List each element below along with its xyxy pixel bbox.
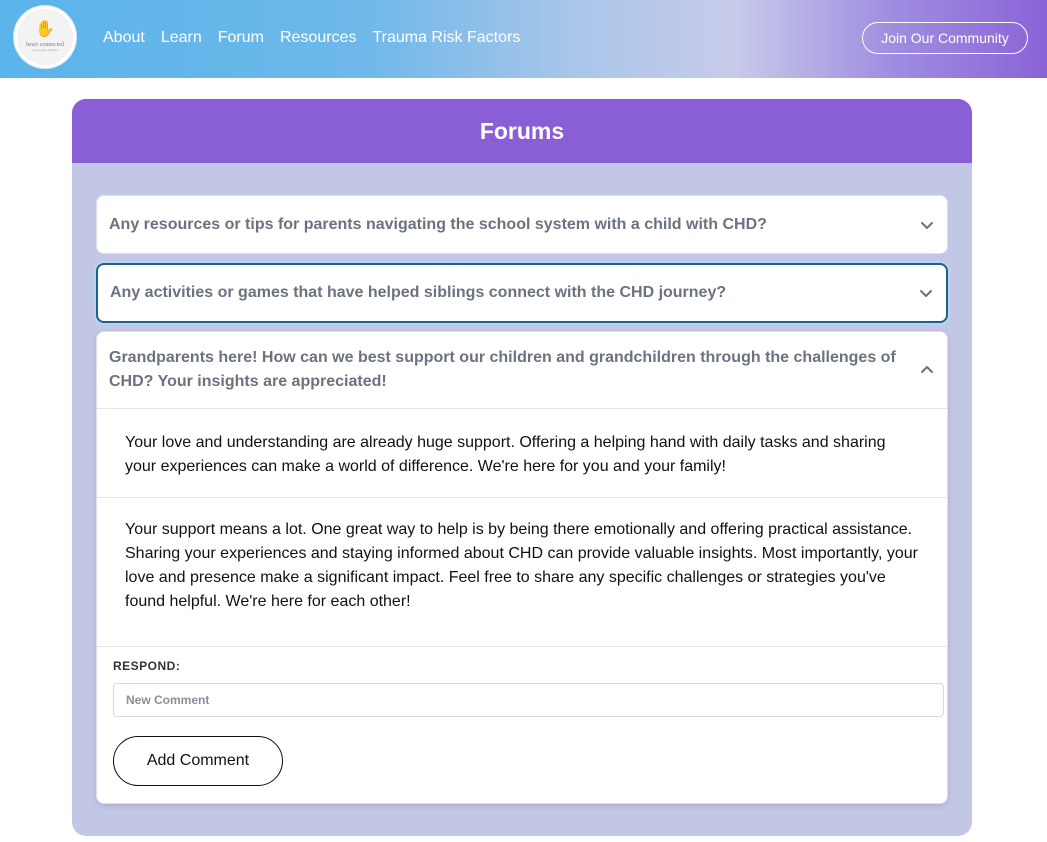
join-community-button[interactable]: Join Our Community <box>862 22 1028 54</box>
site-logo[interactable]: ✋ heart connected every heart matters <box>14 6 76 68</box>
chevron-up-icon <box>921 366 933 373</box>
question-text: Any resources or tips for parents naviga… <box>109 215 767 233</box>
comment: Your love and understanding are already … <box>97 408 947 497</box>
nav-link-about[interactable]: About <box>103 29 145 47</box>
forum-question-item[interactable]: Any resources or tips for parents naviga… <box>96 195 948 254</box>
hand-heart-icon: ✋ <box>35 21 55 38</box>
new-comment-input[interactable] <box>113 683 944 717</box>
add-comment-button[interactable]: Add Comment <box>113 736 283 786</box>
chevron-down-icon <box>920 290 932 297</box>
forums-panel: Forums Any resources or tips for parents… <box>72 99 972 836</box>
respond-label: RESPOND: <box>113 659 181 673</box>
question-toggle[interactable]: Any resources or tips for parents naviga… <box>97 196 947 253</box>
question-toggle[interactable]: Any activities or games that have helped… <box>98 265 946 321</box>
comment: Your support means a lot. One great way … <box>97 497 947 646</box>
nav-link-learn[interactable]: Learn <box>161 29 202 47</box>
top-navbar: ✋ heart connected every heart matters Ab… <box>0 0 1047 78</box>
forums-title: Forums <box>479 117 565 144</box>
question-text: Grandparents here! How can we best suppo… <box>109 349 896 390</box>
nav-link-trauma-risk-factors[interactable]: Trauma Risk Factors <box>372 29 520 47</box>
chevron-down-icon <box>921 221 933 229</box>
question-text: Any activities or games that have helped… <box>110 284 727 301</box>
nav-link-forum[interactable]: Forum <box>218 29 264 47</box>
forum-question-item[interactable]: Any activities or games that have helped… <box>96 263 948 323</box>
forum-question-item-expanded: Grandparents here! How can we best suppo… <box>96 331 948 804</box>
main-nav: About Learn Forum Resources Trauma Risk … <box>103 29 520 47</box>
logo-subtext: every heart matters <box>32 48 58 52</box>
nav-link-resources[interactable]: Resources <box>280 29 356 47</box>
respond-section: RESPOND: Add Comment <box>97 646 947 786</box>
question-toggle[interactable]: Grandparents here! How can we best suppo… <box>97 332 947 408</box>
forums-header: Forums <box>72 99 972 163</box>
